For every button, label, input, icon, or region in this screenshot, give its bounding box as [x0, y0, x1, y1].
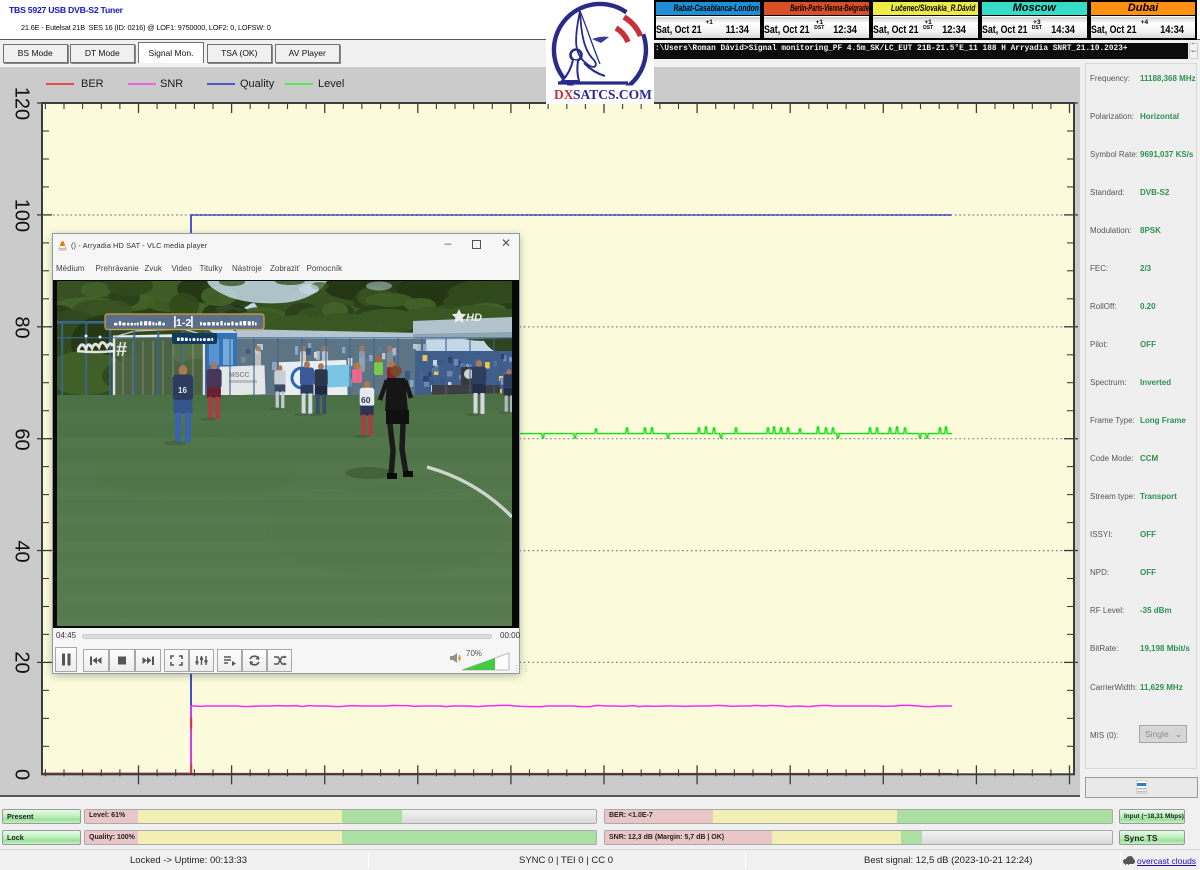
svg-text:1-2: 1-2	[176, 317, 191, 329]
svg-text:HD: HD	[466, 312, 482, 324]
svg-text:16: 16	[178, 386, 187, 395]
svg-text:#: #	[116, 339, 127, 361]
svg-text:60: 60	[361, 395, 371, 405]
svg-text:70%: 70%	[466, 649, 482, 658]
svg-text:DX: DX	[554, 87, 574, 102]
svg-text:SATCS.COM: SATCS.COM	[573, 87, 652, 102]
